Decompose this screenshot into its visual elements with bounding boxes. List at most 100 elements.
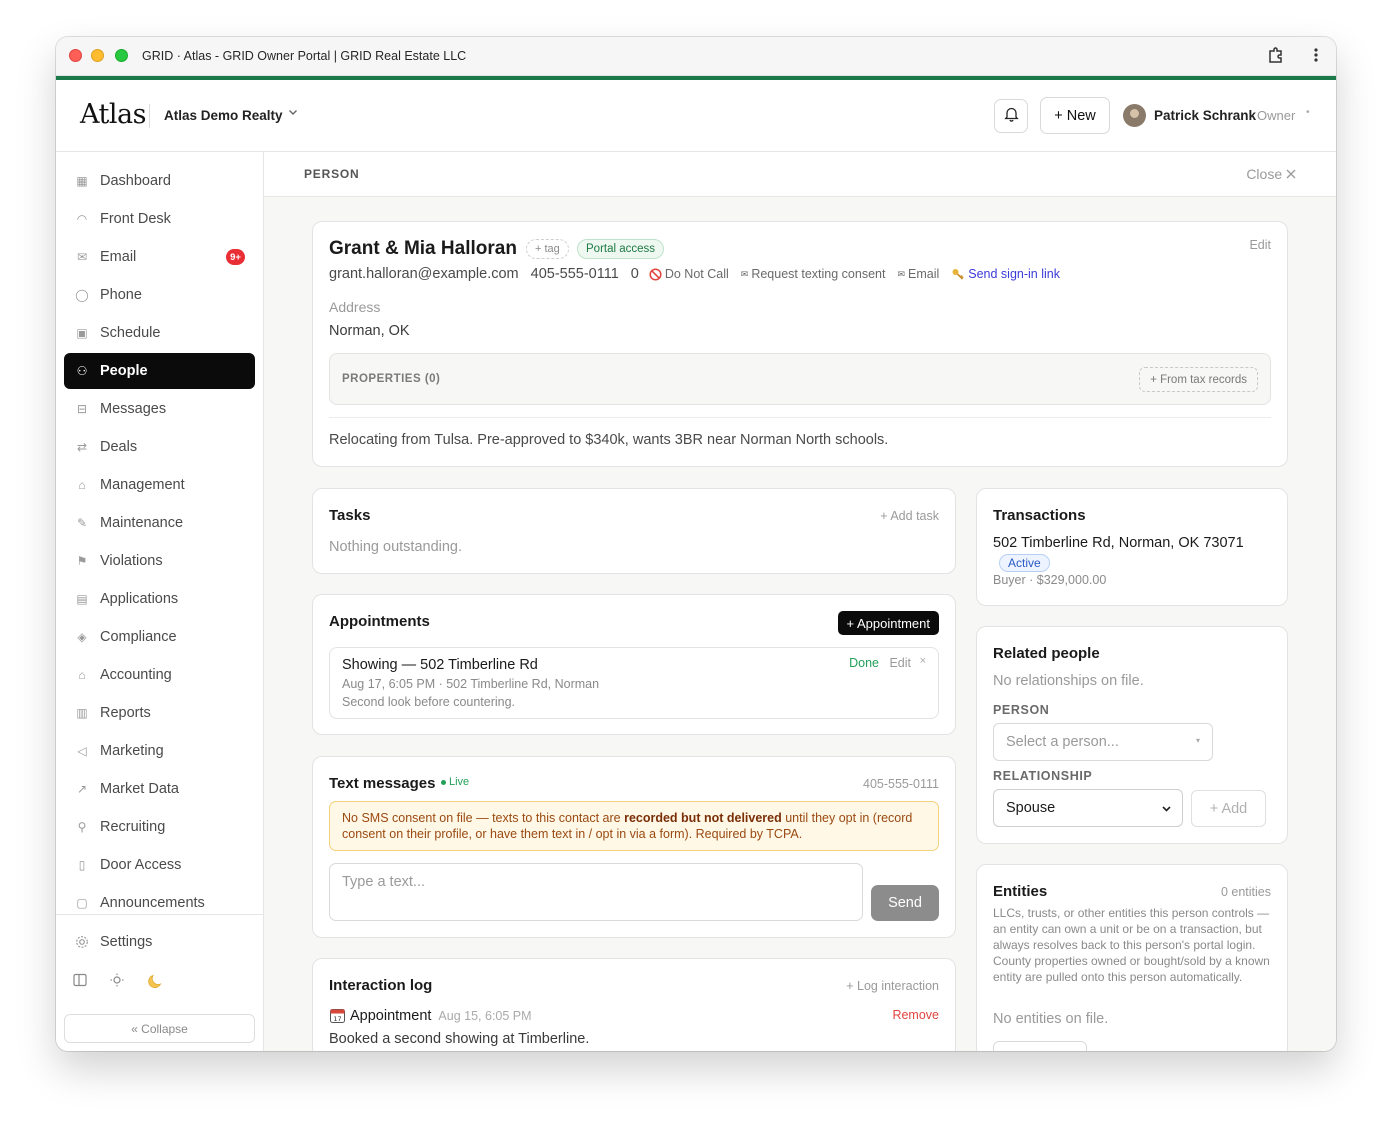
- sidebar-item-accounting[interactable]: ⌂ Accounting: [64, 657, 255, 693]
- person-select-placeholder: Select a person...: [1006, 734, 1119, 750]
- remove-appointment-icon[interactable]: ×: [920, 655, 926, 667]
- sidebar-item-front-desk[interactable]: ◠ Front Desk: [64, 201, 255, 237]
- sidebar-item-maintenance[interactable]: ✎ Maintenance: [64, 505, 255, 541]
- entities-empty-state: No entities on file.: [993, 1011, 1109, 1027]
- sidebar-item-settings[interactable]: Settings: [64, 924, 255, 960]
- request-texting-consent-button[interactable]: Request texting consent: [751, 267, 885, 281]
- add-entity-button[interactable]: + Add entity: [993, 1041, 1088, 1051]
- header-divider: [149, 104, 150, 128]
- notifications-button[interactable]: [994, 99, 1028, 133]
- title-bar: GRID · Atlas - GRID Owner Portal | GRID …: [56, 37, 1336, 76]
- add-tag-button[interactable]: + tag: [526, 239, 569, 259]
- app-logo[interactable]: Atlas: [80, 99, 146, 130]
- sidebar-item-label: Front Desk: [100, 211, 171, 227]
- minimize-window-button[interactable]: [91, 49, 104, 62]
- user-menu-caret-icon[interactable]: •: [1306, 107, 1310, 118]
- sidebar-item-label: Settings: [100, 934, 153, 950]
- sidebar-item-violations[interactable]: ⚑ Violations: [64, 543, 255, 579]
- sidebar-divider: [56, 914, 264, 915]
- sidebar-item-label: Reports: [100, 705, 151, 721]
- sidebar-item-label: Phone: [100, 287, 142, 303]
- collapse-sidebar-button[interactable]: « Collapse: [64, 1014, 255, 1043]
- message-square-icon: ▢: [76, 896, 88, 910]
- sidebar-item-dashboard[interactable]: ▦ Dashboard: [64, 163, 255, 199]
- email-button[interactable]: Email: [908, 267, 939, 281]
- chevron-down-icon: [1161, 802, 1172, 818]
- sidebar-item-label: Compliance: [100, 629, 177, 645]
- transaction-meta: Buyer · $329,000.00: [993, 573, 1107, 587]
- chevron-down-icon: ▾: [1195, 736, 1200, 745]
- sidebar-item-email[interactable]: ✉ Email 9+: [64, 239, 255, 275]
- do-not-call-toggle[interactable]: Do Not Call: [665, 267, 729, 281]
- sidebar-item-door-access[interactable]: ▯ Door Access: [64, 847, 255, 883]
- send-button[interactable]: Send: [871, 885, 939, 921]
- text-message-input[interactable]: Type a text...: [329, 863, 863, 921]
- calendar-check-icon: ▣: [76, 326, 88, 340]
- add-relationship-button[interactable]: + Add: [1191, 790, 1266, 827]
- relationship-select[interactable]: Spouse: [993, 789, 1183, 827]
- sidebar-item-compliance[interactable]: ◈ Compliance: [64, 619, 255, 655]
- send-sign-in-link[interactable]: Send sign-in link: [968, 267, 1060, 281]
- more-menu-icon[interactable]: [1313, 46, 1319, 69]
- sun-icon[interactable]: [109, 972, 125, 993]
- sidebar-item-recruiting[interactable]: ⚲ Recruiting: [64, 809, 255, 845]
- add-task-button[interactable]: + Add task: [880, 509, 939, 523]
- close-window-button[interactable]: [69, 49, 82, 62]
- sidebar-item-label: Dashboard: [100, 173, 171, 189]
- person-email[interactable]: grant.halloran@example.com: [329, 266, 519, 282]
- sidebar-item-management[interactable]: ⌂ Management: [64, 467, 255, 503]
- sidebar-item-market-data[interactable]: ↗ Market Data: [64, 771, 255, 807]
- interaction-time: Aug 15, 6:05 PM: [438, 1008, 532, 1023]
- transaction-address[interactable]: 502 Timberline Rd, Norman, OK 73071: [993, 535, 1244, 551]
- wrench-icon: ✎: [76, 516, 88, 530]
- page-title: PERSON: [304, 167, 360, 181]
- browser-window: GRID · Atlas - GRID Owner Portal | GRID …: [56, 37, 1336, 1051]
- new-button[interactable]: + New: [1040, 97, 1110, 134]
- person-phone[interactable]: 405-555-0111: [531, 266, 619, 282]
- close-button[interactable]: Close: [1246, 166, 1296, 182]
- appointment-item: Showing — 502 Timberline Rd Aug 17, 6:05…: [329, 647, 939, 719]
- sidebar-item-reports[interactable]: ▥ Reports: [64, 695, 255, 731]
- add-appointment-button[interactable]: + Appointment: [837, 611, 939, 635]
- extension-icon[interactable]: [1267, 46, 1285, 69]
- sidebar-item-label: Recruiting: [100, 819, 166, 835]
- sidebar-item-schedule[interactable]: ▣ Schedule: [64, 315, 255, 351]
- from-tax-records-button[interactable]: + From tax records: [1139, 367, 1258, 392]
- edit-person-button[interactable]: Edit: [1249, 238, 1271, 252]
- user-name[interactable]: Patrick Schrank: [1154, 108, 1256, 123]
- interaction-type: Appointment: [350, 1007, 432, 1024]
- app-header: Atlas Atlas Demo Realty + New Patrick Sc…: [56, 80, 1336, 152]
- moon-icon[interactable]: [146, 972, 164, 993]
- chevron-down-icon[interactable]: [287, 106, 299, 121]
- avatar[interactable]: [1123, 104, 1146, 127]
- edit-appointment-button[interactable]: Edit: [889, 656, 911, 670]
- relationship-select-value: Spouse: [1006, 800, 1056, 816]
- person-select[interactable]: Select a person... ▾: [993, 723, 1213, 761]
- sidebar-item-label: Applications: [100, 591, 179, 607]
- related-people-card: Related people No relationships on file.…: [976, 626, 1288, 844]
- close-icon: [1286, 166, 1296, 182]
- sidebar-item-label: Accounting: [100, 667, 172, 683]
- envelope-icon: ✉: [740, 268, 749, 279]
- org-switcher[interactable]: Atlas Demo Realty: [164, 108, 283, 123]
- remove-interaction-button[interactable]: Remove: [892, 1008, 939, 1022]
- sidebar-toggle-icon[interactable]: [72, 972, 88, 993]
- maximize-window-button[interactable]: [115, 49, 128, 62]
- sidebar-item-marketing[interactable]: ◁ Marketing: [64, 733, 255, 769]
- entities-description: LLCs, trusts, or other entities this per…: [993, 906, 1270, 984]
- sidebar-item-deals[interactable]: ⇄ Deals: [64, 429, 255, 465]
- transactions-card: Transactions 502 Timberline Rd, Norman, …: [976, 488, 1288, 606]
- headset-icon: ◠: [76, 212, 88, 226]
- person-notes: Relocating from Tulsa. Pre-approved to $…: [329, 432, 889, 448]
- mark-done-button[interactable]: Done: [849, 656, 879, 670]
- person-field-label: PERSON: [993, 703, 1050, 717]
- sidebar-item-phone[interactable]: ◯ Phone: [64, 277, 255, 313]
- sidebar-item-label: Door Access: [100, 857, 182, 873]
- sidebar-item-people[interactable]: ⚇ People: [64, 353, 255, 389]
- user-role: Owner: [1257, 108, 1296, 123]
- sidebar-item-announcements[interactable]: ▢ Announcements: [64, 885, 255, 921]
- sidebar-item-messages[interactable]: ⊟ Messages: [64, 391, 255, 427]
- calendar-icon: 17: [329, 1007, 346, 1024]
- sidebar-item-applications[interactable]: ▤ Applications: [64, 581, 255, 617]
- log-interaction-button[interactable]: + Log interaction: [846, 979, 939, 993]
